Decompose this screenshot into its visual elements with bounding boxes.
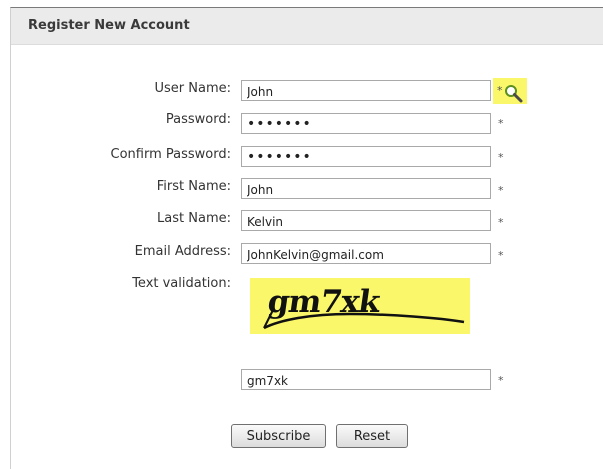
register-panel: Register New Account xyxy=(10,7,603,469)
text-validation-label: Text validation: xyxy=(132,276,231,291)
last-name-label: Last Name: xyxy=(157,211,231,226)
email-address-input[interactable] xyxy=(241,243,491,264)
captcha-required-marker: * xyxy=(498,374,504,387)
user-name-input[interactable] xyxy=(241,80,491,101)
confirm-password-input[interactable] xyxy=(241,146,491,167)
captcha-input[interactable] xyxy=(241,369,491,390)
confirm-password-required-marker: * xyxy=(498,151,504,164)
panel-title: Register New Account xyxy=(28,18,190,33)
first-name-input[interactable] xyxy=(241,178,491,199)
last-name-required-marker: * xyxy=(498,216,504,229)
captcha-image: gm7xk xyxy=(250,278,470,334)
last-name-input[interactable] xyxy=(241,210,491,231)
reset-button[interactable]: Reset xyxy=(336,424,408,448)
first-name-required-marker: * xyxy=(498,184,504,197)
first-name-label: First Name: xyxy=(156,179,231,194)
captcha-strike-line xyxy=(263,307,465,330)
password-input[interactable] xyxy=(241,113,491,134)
password-required-marker: * xyxy=(498,117,504,130)
user-name-label: User Name: xyxy=(154,81,232,96)
confirm-password-label: Confirm Password: xyxy=(110,147,231,162)
email-address-required-marker: * xyxy=(498,249,504,262)
email-address-label: Email Address: xyxy=(134,244,231,259)
panel-header: Register New Account xyxy=(11,8,603,45)
password-label: Password: xyxy=(165,112,231,127)
subscribe-button[interactable]: Subscribe xyxy=(231,424,326,448)
magnifier-icon[interactable] xyxy=(502,83,524,105)
